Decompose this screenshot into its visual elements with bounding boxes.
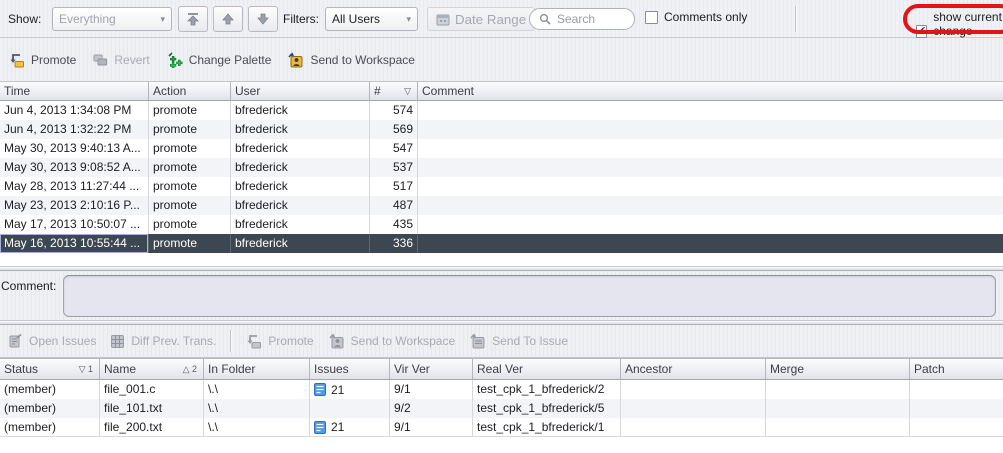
comment-textarea[interactable] (63, 275, 996, 317)
send-to-issue-icon (469, 333, 486, 349)
change-palette-icon (166, 52, 183, 68)
table-row-selected[interactable]: May 16, 2013 10:55:44 ... promote bfrede… (0, 234, 1003, 253)
issue-icon (314, 421, 326, 434)
table-row[interactable]: Jun 4, 2013 1:32:22 PM promote bfrederic… (0, 120, 1003, 139)
column-header-status[interactable]: Status▽ 1 (0, 359, 100, 380)
sort-descending-icon: ▽ (404, 86, 413, 97)
transactions-table: Time Action User #▽ Comment Jun 4, 2013 … (0, 82, 1003, 266)
sort-ascending-icon: △ 2 (183, 364, 199, 375)
transaction-action-toolbar: Promote Revert Change Palette Send to Wo… (0, 39, 1003, 82)
diff-prev-trans-button[interactable]: Diff Prev. Trans. (110, 334, 216, 349)
column-header-user[interactable]: User (231, 82, 370, 101)
show-label: Show: (8, 12, 41, 26)
issue-icon (314, 383, 326, 396)
issue-number: 21 (331, 418, 344, 436)
sort-descending-icon: ▽ 1 (79, 364, 95, 375)
search-input[interactable]: Search (529, 8, 635, 30)
search-placeholder: Search (557, 12, 595, 26)
send-to-workspace-button[interactable]: Send to Workspace (287, 52, 415, 68)
toolbar-separator (230, 330, 231, 352)
table-row[interactable]: May 23, 2013 2:10:16 P... promote bfrede… (0, 196, 1003, 215)
search-icon (539, 13, 551, 25)
next-transaction-button[interactable] (248, 6, 278, 32)
change-package-window: Show: Everything ▾ Filters: All Users ▾ (0, 0, 1003, 453)
comments-only-label: Comments only (664, 10, 747, 24)
column-header-patch[interactable]: Patch (910, 359, 1003, 380)
comments-only-checkbox[interactable]: Comments only (645, 10, 747, 24)
send-to-workspace-icon (287, 52, 304, 68)
change-palette-button[interactable]: Change Palette (166, 52, 272, 68)
promote-label: Promote (31, 53, 76, 67)
open-issues-label: Open Issues (29, 334, 96, 348)
change-palette-label: Change Palette (189, 53, 272, 67)
checkbox-checked (916, 25, 927, 38)
column-header-name[interactable]: Name△ 2 (100, 359, 204, 380)
comment-panel: Comment: (0, 271, 1003, 320)
send-to-issue-button[interactable]: Send To Issue (469, 333, 568, 349)
promote-button[interactable]: Promote (8, 52, 76, 68)
promote-file-button[interactable]: Promote (245, 333, 313, 349)
table-row[interactable]: May 30, 2013 9:08:52 A... promote bfrede… (0, 158, 1003, 177)
files-table-header: Status▽ 1 Name△ 2 In Folder Issues Vir V… (0, 359, 1003, 380)
promote-file-label: Promote (268, 334, 313, 348)
date-range-button[interactable]: Date Range (427, 7, 535, 31)
column-header-time[interactable]: Time (0, 82, 149, 101)
column-header-issues[interactable]: Issues (310, 359, 390, 380)
revert-button[interactable]: Revert (92, 52, 149, 68)
toolbar-separator (795, 6, 796, 32)
diff-grid-icon (110, 334, 125, 349)
column-header-comment[interactable]: Comment (418, 82, 1003, 101)
filter-toolbar: Show: Everything ▾ Filters: All Users ▾ (0, 0, 1003, 38)
column-header-vir-ver[interactable]: Vir Ver (390, 359, 473, 380)
table-row[interactable]: May 30, 2013 9:40:13 A... promote bfrede… (0, 139, 1003, 158)
show-dropdown-value: Everything (59, 12, 116, 26)
issue-number: 21 (331, 381, 344, 399)
send-file-to-workspace-label: Send to Workspace (351, 334, 456, 348)
table-row[interactable]: Jun 4, 2013 1:34:08 PM promote bfrederic… (0, 101, 1003, 120)
send-file-to-workspace-button[interactable]: Send to Workspace (328, 333, 456, 349)
calendar-icon (436, 13, 450, 26)
checkbox-unchecked (645, 11, 658, 24)
file-row[interactable]: (member) file_200.txt \.\ 21 9/1 test_cp… (0, 418, 1003, 437)
arrow-down-icon (256, 12, 270, 26)
comment-label: Comment: (1, 279, 56, 293)
table-row[interactable]: May 28, 2013 11:27:44 ... promote bfrede… (0, 177, 1003, 196)
chevron-down-icon: ▾ (160, 14, 165, 25)
filters-dropdown[interactable]: All Users ▾ (325, 7, 418, 31)
arrow-up-bar-icon (186, 12, 200, 26)
send-to-workspace-icon (328, 333, 345, 349)
transactions-table-header: Time Action User #▽ Comment (0, 82, 1003, 101)
revert-label: Revert (114, 53, 149, 67)
send-to-workspace-label: Send to Workspace (310, 53, 415, 67)
column-header-merge[interactable]: Merge (766, 359, 910, 380)
show-dropdown[interactable]: Everything ▾ (52, 7, 172, 31)
date-range-label: Date Range (455, 12, 526, 27)
file-row[interactable]: (member) file_101.txt \.\ 9/2 test_cpk_1… (0, 399, 1003, 418)
promote-icon (8, 52, 25, 68)
arrow-up-icon (221, 12, 235, 26)
file-action-toolbar: Open Issues Diff Prev. Trans. Promote Se… (0, 325, 1003, 358)
open-issues-button[interactable]: Open Issues (8, 334, 96, 349)
send-to-issue-label: Send To Issue (492, 334, 568, 348)
column-header-ancestor[interactable]: Ancestor (621, 359, 766, 380)
filters-dropdown-value: All Users (332, 12, 380, 26)
file-row[interactable]: (member) file_001.c \.\ 21 9/1 test_cpk_… (0, 380, 1003, 399)
column-header-action[interactable]: Action (149, 82, 231, 101)
diff-prev-trans-label: Diff Prev. Trans. (131, 334, 216, 348)
files-table: Status▽ 1 Name△ 2 In Folder Issues Vir V… (0, 358, 1003, 453)
previous-transaction-button[interactable] (213, 6, 243, 32)
column-header-in-folder[interactable]: In Folder (204, 359, 310, 380)
open-issues-icon (8, 334, 23, 349)
promote-icon (245, 333, 262, 349)
jump-to-top-button[interactable] (178, 6, 208, 32)
column-header-real-ver[interactable]: Real Ver (473, 359, 621, 380)
revert-icon (92, 52, 108, 68)
chevron-down-icon: ▾ (406, 14, 411, 25)
column-header-num[interactable]: #▽ (370, 82, 418, 101)
filters-label: Filters: (283, 12, 319, 26)
table-row[interactable]: May 17, 2013 10:50:07 ... promote bfrede… (0, 215, 1003, 234)
